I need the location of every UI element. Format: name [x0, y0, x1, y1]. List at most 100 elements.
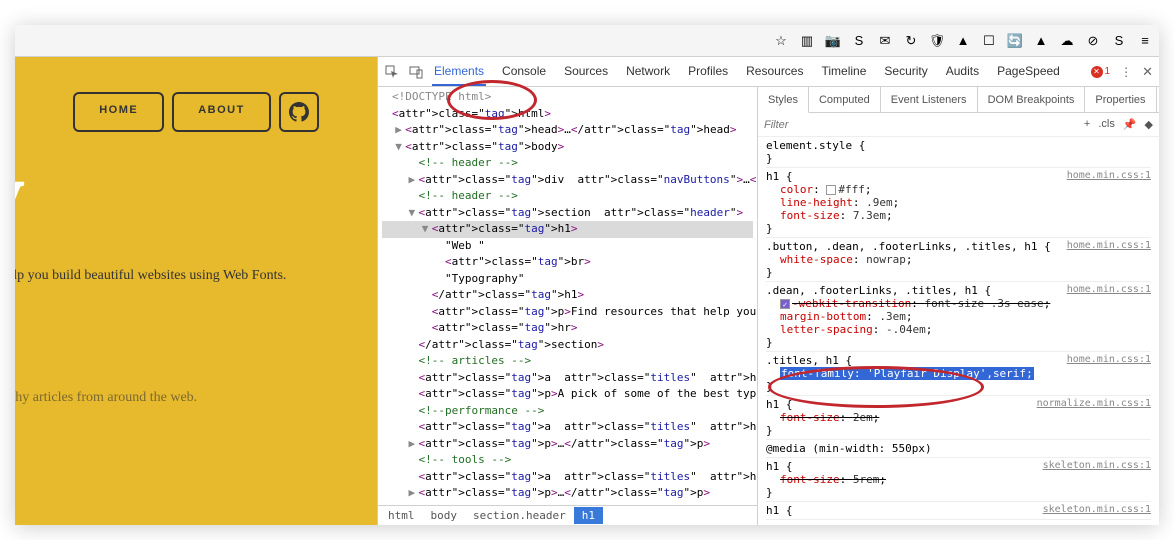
page-subtitle: Find resources that help you build beaut…	[15, 268, 377, 284]
source-link[interactable]: home.min.css:1	[1067, 170, 1151, 181]
nav-github-button[interactable]	[279, 92, 319, 132]
dom-node[interactable]: "Typography"	[382, 271, 753, 288]
breadcrumb-item[interactable]: section.header	[465, 507, 574, 524]
hov-icon[interactable]: ◆	[1145, 118, 1153, 131]
dom-node[interactable]: <attr">class="tag">a attr">class="titles…	[382, 419, 753, 436]
dom-node[interactable]: <attr">class="tag">html>	[382, 106, 753, 123]
devtools-tab-resources[interactable]: Resources	[744, 58, 805, 86]
styles-panel: StylesComputedEvent ListenersDOM Breakpo…	[758, 87, 1159, 525]
extension-icon[interactable]: ▥	[799, 33, 815, 49]
page-title: phy	[15, 144, 377, 250]
devtools-tab-elements[interactable]: Elements	[432, 58, 486, 86]
dom-node[interactable]: <!DOCTYPE html>	[382, 89, 753, 106]
new-rule-icon[interactable]: +	[1084, 118, 1090, 131]
css-rule[interactable]: @media (min-width: 550px)	[766, 442, 1151, 458]
css-rule[interactable]: home.min.css:1.titles, h1 {font-family: …	[766, 354, 1151, 396]
devtools-panel: Elements Console Sources Network Profiles Res…	[378, 57, 1159, 525]
styles-tab-properties[interactable]: Properties	[1085, 87, 1156, 112]
dom-node[interactable]: ▼<attr">class="tag">section attr">class=…	[382, 205, 753, 222]
extension-icon[interactable]: 📷	[825, 33, 841, 49]
source-link[interactable]: normalize.min.css:1	[1037, 398, 1151, 409]
extension-icon[interactable]: ☐	[981, 33, 997, 49]
devtools-tab-console[interactable]: Console	[500, 58, 548, 86]
source-link[interactable]: skeleton.min.css:1	[1043, 460, 1151, 471]
dom-node[interactable]: <!-- tools -->	[382, 452, 753, 469]
dom-node[interactable]: <attr">class="tag">a attr">class="titles…	[382, 370, 753, 387]
extension-icon[interactable]: ▲	[1033, 33, 1049, 49]
styles-rules[interactable]: element.style {}home.min.css:1h1 {color:…	[758, 137, 1159, 525]
dom-node[interactable]: ▼<attr">class="tag">body>	[382, 139, 753, 156]
source-link[interactable]: home.min.css:1	[1067, 284, 1151, 295]
breadcrumb[interactable]: htmlbodysection.headerh1	[378, 505, 757, 525]
extension-icon[interactable]: ⊘	[1085, 33, 1101, 49]
extension-icon[interactable]: ↻	[903, 33, 919, 49]
error-count-badge[interactable]: ✕1	[1091, 66, 1111, 78]
pin-icon[interactable]: 📌	[1123, 118, 1137, 131]
devtools-tab-sources[interactable]: Sources	[562, 58, 610, 86]
dom-tree-panel: <!DOCTYPE html><attr">class="tag">html> …	[378, 87, 758, 525]
css-rule[interactable]: home.min.css:1h1 {color: #fff;line-heigh…	[766, 170, 1151, 238]
css-rule[interactable]: skeleton.min.css:1h1 {font-size: 5rem;}	[766, 460, 1151, 502]
cls-toggle[interactable]: .cls	[1098, 118, 1115, 131]
breadcrumb-item[interactable]: body	[423, 507, 466, 524]
dom-node[interactable]: </attr">class="tag">h1>	[382, 287, 753, 304]
extension-icon[interactable]: 🛡	[929, 33, 945, 49]
extension-icon[interactable]: 🔄	[1007, 33, 1023, 49]
devtools-tab-profiles[interactable]: Profiles	[686, 58, 730, 86]
breadcrumb-item[interactable]: h1	[574, 507, 603, 524]
css-rule[interactable]: skeleton.min.css:1h1 {	[766, 504, 1151, 520]
nav-about-button[interactable]: ABOUT	[172, 92, 271, 132]
articles-heading: s	[15, 318, 377, 382]
dom-node[interactable]: "Web "	[382, 238, 753, 255]
extension-icon[interactable]: S	[851, 33, 867, 49]
dom-node[interactable]: <attr">class="tag">a attr">class="titles…	[382, 469, 753, 486]
devtools-tab-pagespeed[interactable]: PageSpeed	[995, 58, 1062, 86]
rendered-page: HOME ABOUT phy Find resources that help …	[15, 57, 378, 525]
device-mode-button[interactable]	[408, 64, 424, 80]
dom-node[interactable]: </attr">class="tag">section>	[382, 337, 753, 354]
dom-node[interactable]: <attr">class="tag">hr>	[382, 320, 753, 337]
devtools-tab-network[interactable]: Network	[624, 58, 672, 86]
styles-tab-computed[interactable]: Computed	[809, 87, 881, 112]
styles-tab-styles[interactable]: Styles	[758, 87, 809, 113]
extension-icon[interactable]: ≡	[1137, 33, 1153, 49]
dom-node[interactable]: ▼<attr">class="tag">h1>	[382, 221, 753, 238]
dom-node[interactable]: <!--performance -->	[382, 403, 753, 420]
dom-tree[interactable]: <!DOCTYPE html><attr">class="tag">html> …	[378, 87, 757, 505]
styles-tab-event-listeners[interactable]: Event Listeners	[881, 87, 978, 112]
close-icon[interactable]: ✕	[1142, 64, 1153, 80]
nav-home-button[interactable]: HOME	[73, 92, 164, 132]
dom-node[interactable]: <!-- header -->	[382, 188, 753, 205]
css-rule[interactable]: element.style {}	[766, 139, 1151, 168]
articles-sub: A pick of some of the best typography ar…	[15, 390, 377, 406]
dom-node[interactable]: ▶<attr">class="tag">div attr">class="nav…	[382, 172, 753, 189]
dom-node[interactable]: ▶<attr">class="tag">head>…</attr">class=…	[382, 122, 753, 139]
breadcrumb-item[interactable]: html	[380, 507, 423, 524]
css-rule[interactable]: home.min.css:1.button, .dean, .footerLin…	[766, 240, 1151, 282]
inspect-element-button[interactable]	[384, 64, 400, 80]
source-link[interactable]: skeleton.min.css:1	[1043, 504, 1151, 515]
extension-icon[interactable]: ✉	[877, 33, 893, 49]
styles-tab-dom-breakpoints[interactable]: DOM Breakpoints	[978, 87, 1086, 112]
browser-extension-bar: ☆ ▥ 📷 S ✉ ↻ 🛡 ▲ ☐ 🔄 ▲ ☁ ⊘ S ≡	[15, 25, 1159, 57]
css-rule[interactable]: home.min.css:1.dean, .footerLinks, .titl…	[766, 284, 1151, 352]
dom-node[interactable]: ▶<attr">class="tag">p>…</attr">class="ta…	[382, 485, 753, 502]
dom-node[interactable]: <!-- articles -->	[382, 353, 753, 370]
source-link[interactable]: home.min.css:1	[1067, 354, 1151, 365]
dom-node[interactable]: <attr">class="tag">p>A pick of some of t…	[382, 386, 753, 403]
dom-node[interactable]: <!-- header -->	[382, 155, 753, 172]
extension-icon[interactable]: S	[1111, 33, 1127, 49]
extension-icon[interactable]: ☁	[1059, 33, 1075, 49]
dom-node[interactable]: <attr">class="tag">p>Find resources that…	[382, 304, 753, 321]
extension-icon[interactable]: ▲	[955, 33, 971, 49]
dom-node[interactable]: ▶<attr">class="tag">p>…</attr">class="ta…	[382, 436, 753, 453]
devtools-tab-security[interactable]: Security	[882, 58, 929, 86]
css-rule[interactable]: normalize.min.css:1h1 {font-size: 2em;}	[766, 398, 1151, 440]
source-link[interactable]: home.min.css:1	[1067, 240, 1151, 251]
devtools-tab-audits[interactable]: Audits	[944, 58, 981, 86]
devtools-tab-timeline[interactable]: Timeline	[819, 58, 868, 86]
extension-icon[interactable]: ☆	[773, 33, 789, 49]
more-icon[interactable]: ⋮	[1120, 65, 1132, 79]
styles-filter-input[interactable]	[764, 119, 1084, 131]
dom-node[interactable]: <attr">class="tag">br>	[382, 254, 753, 271]
